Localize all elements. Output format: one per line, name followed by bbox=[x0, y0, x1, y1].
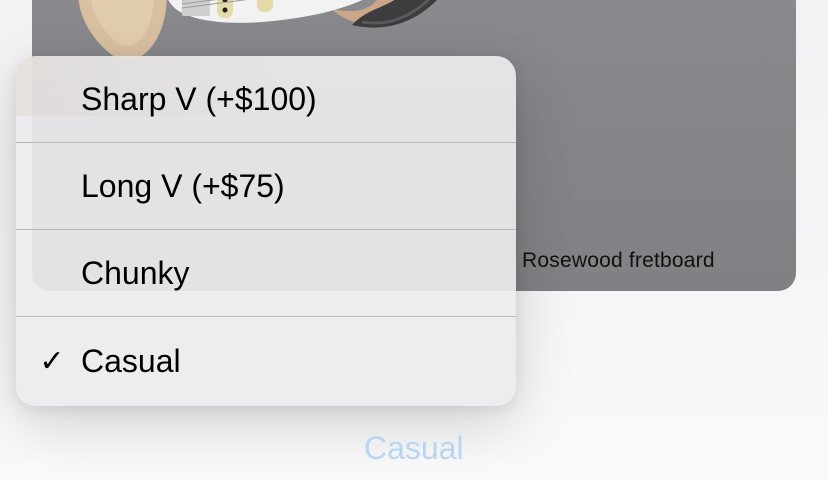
menu-item-label: Chunky bbox=[81, 254, 190, 291]
menu-item-long-v[interactable]: Long V (+$75) bbox=[16, 143, 516, 230]
checkmark-icon: ✓ bbox=[39, 345, 65, 378]
menu-item-sharp-v[interactable]: Sharp V (+$100) bbox=[16, 56, 516, 143]
menu-item-chunky[interactable]: Chunky bbox=[16, 230, 516, 317]
menu-item-casual[interactable]: ✓ Casual bbox=[16, 317, 516, 406]
menu-item-label: Long V (+$75) bbox=[81, 167, 285, 204]
menu-item-label: Casual bbox=[81, 343, 181, 379]
neck-shape-dropdown-menu: Sharp V (+$100) Long V (+$75) Chunky ✓ C… bbox=[16, 56, 516, 406]
fretboard-caption: Rosewood fretboard bbox=[522, 249, 715, 272]
screen: Rosewood fretboard Sharp V (+$100) Long … bbox=[0, 0, 828, 480]
menu-item-label: Sharp V (+$100) bbox=[81, 80, 317, 117]
neck-shape-picker-value[interactable]: Casual bbox=[364, 430, 464, 467]
